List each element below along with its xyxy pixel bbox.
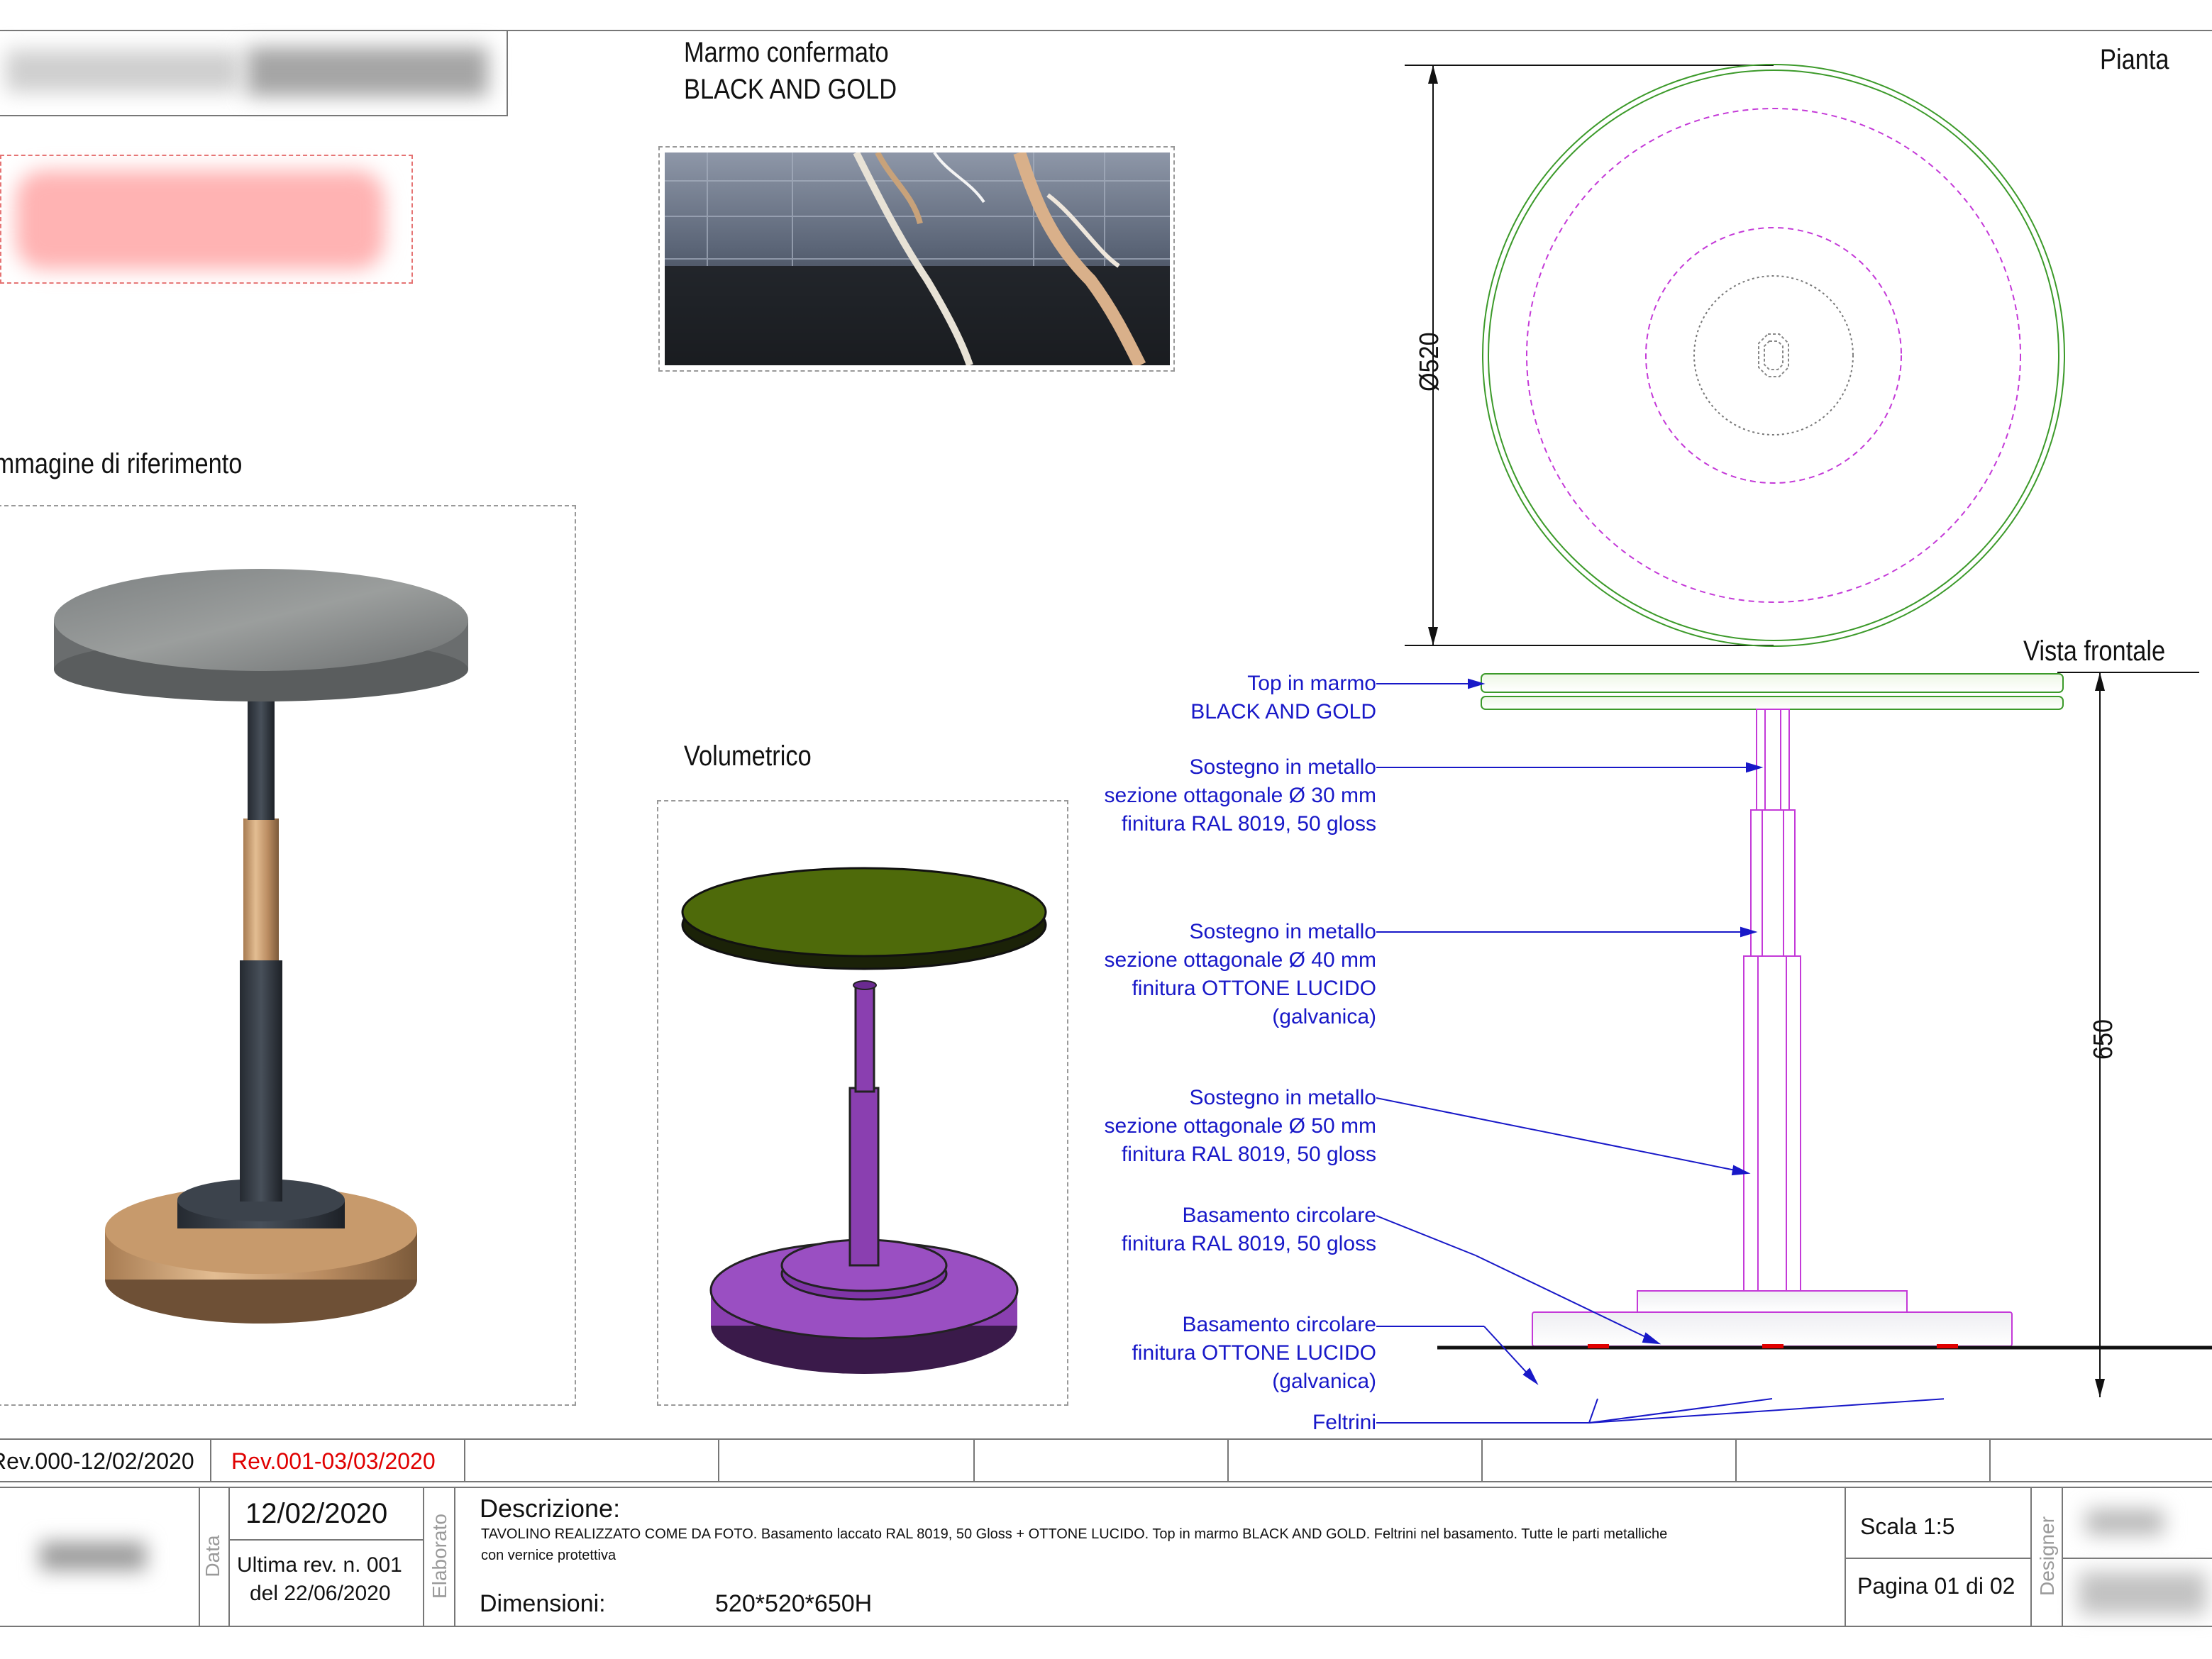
callout-support-40-line3: finitura OTTONE LUCIDO: [1132, 977, 1376, 1000]
reference-table-photo: [54, 569, 468, 1324]
tb-hline-scale: [1845, 1558, 2030, 1559]
callout-base-ral-line2: finitura RAL 8019, 50 gloss: [1121, 1232, 1376, 1255]
callout-support-40-line1: Sostegno in metallo: [1189, 920, 1377, 943]
description-label: Descrizione:: [480, 1494, 621, 1523]
logo-blur-2: [247, 47, 488, 96]
callout-support-30-line3: finitura RAL 8019, 50 gloss: [1121, 812, 1376, 836]
callouts-column: Top in marmo BLACK AND GOLD Sostegno in …: [993, 0, 1376, 1489]
callout-support-40-line2: sezione ottagonale Ø 40 mm: [1104, 948, 1376, 972]
callout-support-40-line4: (galvanica): [1272, 1005, 1376, 1028]
callout-leaders: [1376, 678, 1944, 1424]
drawing-date: 12/02/2020: [245, 1498, 388, 1529]
description-line1: TAVOLINO REALIZZATO COME DA FOTO. Basame…: [481, 1526, 1668, 1542]
dimensions-value: 520*520*650H: [715, 1590, 873, 1617]
tb-divider-g: [2062, 1488, 2063, 1626]
callout-base-brass-line3: (galvanica): [1272, 1370, 1376, 1393]
callout-support-30: Sostegno in metallo sezione ottagonale Ø…: [1104, 753, 1376, 838]
diameter-dimension: Ø520: [1415, 332, 1444, 392]
callout-felts-line1: Feltrini: [1312, 1411, 1376, 1434]
callout-top-line1: Top in marmo: [1247, 672, 1376, 695]
tb-divider-e: [1845, 1488, 1846, 1626]
callout-top-line2: BLACK AND GOLD: [1190, 700, 1376, 723]
tb-divider-b: [228, 1488, 230, 1626]
company-stamp-blur: [2079, 1572, 2206, 1614]
revision-divider-7: [1735, 1440, 1737, 1482]
page-number: Pagina 01 di 02: [1857, 1573, 2015, 1599]
description-line2: con vernice protettiva: [481, 1548, 616, 1563]
revision-divider-3: [718, 1440, 719, 1482]
revision-divider-6: [1481, 1440, 1483, 1482]
marble-confirmed-label: Marmo confermato: [684, 37, 889, 68]
elaborato-label: Elaborato: [428, 1514, 450, 1599]
callout-support-50-line3: finitura RAL 8019, 50 gloss: [1121, 1143, 1376, 1166]
tb-divider-a: [199, 1488, 200, 1626]
tb-divider-c: [423, 1488, 424, 1626]
callout-support-30-line2: sezione ottagonale Ø 30 mm: [1104, 784, 1376, 807]
callout-base-ral-line1: Basamento circolare: [1182, 1204, 1376, 1227]
callout-support-40: Sostegno in metallo sezione ottagonale Ø…: [1104, 918, 1376, 1031]
revision-divider-2: [464, 1440, 465, 1482]
callout-support-50-line1: Sostegno in metallo: [1189, 1086, 1377, 1109]
last-revision-line1: Ultima rev. n. 001: [237, 1553, 402, 1577]
revision-divider-4: [973, 1440, 975, 1482]
height-dimension: 650: [2089, 1019, 2118, 1060]
callout-base-brass-line2: finitura OTTONE LUCIDO: [1132, 1341, 1376, 1365]
callout-felts: Feltrini: [1312, 1409, 1376, 1437]
designer-label: Designer: [2036, 1516, 2058, 1597]
client-stamp: [0, 155, 413, 284]
revision-0: Rev.000-12/02/2020: [0, 1448, 194, 1474]
tb-divider-f: [2030, 1488, 2032, 1626]
logo-blur: [6, 50, 240, 92]
designer-signature-blur: [2086, 1509, 2164, 1535]
revision-divider-5: [1227, 1440, 1229, 1482]
callout-base-brass: Basamento circolare finitura OTTONE LUCI…: [1132, 1311, 1376, 1396]
callout-support-50-line2: sezione ottagonale Ø 50 mm: [1104, 1114, 1376, 1138]
logo-box: [0, 31, 508, 116]
tb-divider-d: [454, 1488, 455, 1626]
marble-name-label: BLACK AND GOLD: [684, 74, 897, 105]
callout-support-50: Sostegno in metallo sezione ottagonale Ø…: [1104, 1084, 1376, 1169]
title-block: Data 12/02/2020 Ultima rev. n. 001 del 2…: [0, 1487, 2212, 1627]
client-stamp-blur: [16, 170, 385, 270]
data-label: Data: [201, 1535, 223, 1577]
project-code-blur: [40, 1542, 146, 1570]
revision-1: Rev.001-03/03/2020: [231, 1448, 436, 1474]
volumetric-title: Volumetrico: [684, 740, 812, 772]
dimensions-label: Dimensioni:: [480, 1590, 606, 1617]
tb-hline-date: [228, 1539, 423, 1541]
reference-image-title: Immagine di riferimento: [0, 448, 243, 479]
plan-drawing: [1405, 64, 2065, 647]
revision-divider-8: [1989, 1440, 1991, 1482]
reference-image-frame: [0, 505, 576, 1406]
revision-row: Rev.000-12/02/2020 Rev.001-03/03/2020: [0, 1438, 2212, 1482]
callout-base-brass-line1: Basamento circolare: [1182, 1313, 1376, 1336]
tb-hline-designer: [2062, 1558, 2212, 1559]
last-revision-line2: del 22/06/2020: [250, 1582, 391, 1605]
callout-top: Top in marmo BLACK AND GOLD: [1190, 670, 1376, 726]
scale-value: Scala 1:5: [1860, 1514, 1955, 1539]
callout-base-ral: Basamento circolare finitura RAL 8019, 5…: [1122, 1202, 1376, 1258]
revision-divider-1: [210, 1440, 211, 1482]
callout-support-30-line1: Sostegno in metallo: [1189, 755, 1377, 779]
